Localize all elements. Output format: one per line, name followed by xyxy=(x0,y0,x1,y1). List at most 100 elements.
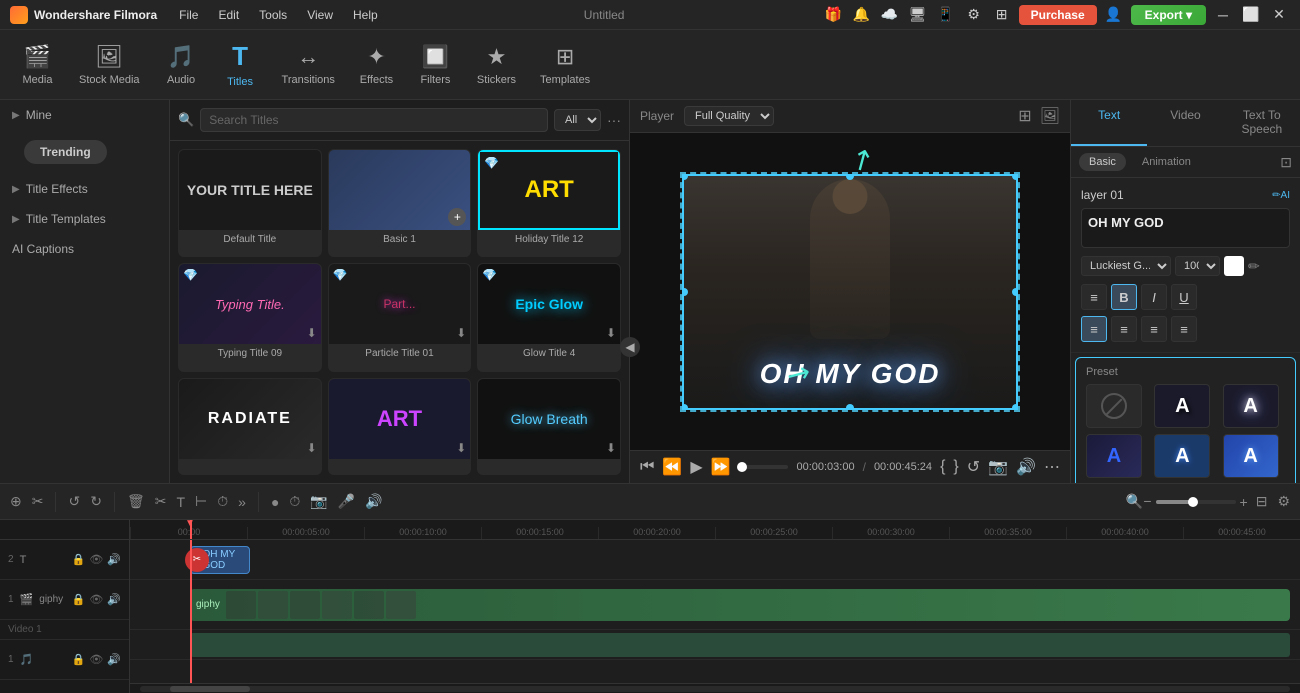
handle-mr[interactable] xyxy=(1012,288,1018,296)
menu-tools[interactable]: Tools xyxy=(251,6,295,24)
preset-item-2[interactable]: A xyxy=(1223,384,1279,428)
voice-icon[interactable]: 🔊 xyxy=(363,491,384,512)
step-back-icon[interactable]: ⏪ xyxy=(662,457,682,477)
mic-icon[interactable]: 🎤 xyxy=(336,491,357,512)
color-picker-icon[interactable]: ✏ xyxy=(1248,258,1260,275)
zoom-out-icon[interactable]: 🔍− xyxy=(1126,493,1152,510)
collapse-button[interactable]: ◀ xyxy=(620,337,640,357)
copy-style-icon[interactable]: ⊡ xyxy=(1280,153,1292,171)
skip-back-icon[interactable]: ⏮ xyxy=(640,458,654,476)
profile-icon[interactable]: 👤 xyxy=(1103,4,1125,26)
tool-audio[interactable]: 🎵 Audio xyxy=(154,38,209,92)
subtab-animation[interactable]: Animation xyxy=(1132,153,1201,171)
search-input[interactable] xyxy=(200,108,548,132)
cloud-icon[interactable]: ☁️ xyxy=(879,4,901,26)
more-ctrl-icon[interactable]: ⋯ xyxy=(1044,457,1060,477)
menu-file[interactable]: File xyxy=(171,6,206,24)
motion-icon[interactable]: ● xyxy=(269,492,281,512)
color-swatch[interactable] xyxy=(1224,256,1244,276)
handle-bl[interactable] xyxy=(682,404,688,410)
preset-item-4[interactable]: A xyxy=(1154,434,1210,478)
scissors-clip[interactable]: ✂ xyxy=(185,548,209,572)
track-eye-icon[interactable]: 👁 xyxy=(89,553,103,566)
tab-video[interactable]: Video xyxy=(1147,100,1223,146)
layout-icon[interactable]: ⊟ xyxy=(1254,491,1270,512)
handle-ml[interactable] xyxy=(682,288,688,296)
filter-select[interactable]: All xyxy=(554,109,601,131)
phone-icon[interactable]: 📱 xyxy=(935,4,957,26)
sidebar-item-mine[interactable]: ▶ Mine xyxy=(0,100,169,130)
step-forward-icon[interactable]: ⏩ xyxy=(711,457,731,477)
track-audio-icon-3[interactable]: 🔊 xyxy=(107,653,121,666)
audio-clip[interactable] xyxy=(190,633,1290,657)
grid-view-icon[interactable]: ⊞ xyxy=(1018,106,1031,126)
ai-edit-icon[interactable]: ✏AI xyxy=(1272,190,1290,201)
undo-icon[interactable]: ↺ xyxy=(66,491,82,512)
scroll-thumb[interactable] xyxy=(170,686,250,692)
track-audio-icon[interactable]: 🔊 xyxy=(107,553,121,566)
snapshot-icon[interactable]: 📷 xyxy=(988,457,1008,477)
menu-view[interactable]: View xyxy=(299,6,341,24)
progress-bar[interactable] xyxy=(739,465,789,469)
title-card-radiate[interactable]: RADIATE ⬇ xyxy=(178,378,322,475)
underline-button[interactable]: U xyxy=(1171,284,1197,310)
play-icon[interactable]: ▶ xyxy=(690,457,702,477)
quality-select[interactable]: Full Quality xyxy=(684,106,774,126)
purchase-button[interactable]: Purchase xyxy=(1019,5,1097,25)
title-card-holiday12[interactable]: 💎 ART Holiday Title 12 xyxy=(477,149,621,257)
gift-icon[interactable]: 🎁 xyxy=(823,4,845,26)
align-left-button[interactable]: ≡ xyxy=(1081,316,1107,342)
more-tools-icon[interactable]: » xyxy=(236,492,248,512)
title-card-typing09[interactable]: 💎 Typing Title. ⬇ Typing Title 09 xyxy=(178,263,322,371)
sidebar-item-title-templates[interactable]: ▶ Title Templates xyxy=(0,204,169,234)
mark-in-icon[interactable]: { xyxy=(940,458,945,476)
title-card-glow4[interactable]: 💎 Epic Glow ⬇ Glow Title 4 xyxy=(477,263,621,371)
progress-knob[interactable] xyxy=(737,462,747,472)
zoom-slider[interactable] xyxy=(1156,500,1236,504)
align-justify-button[interactable]: ≡ xyxy=(1171,316,1197,342)
maximize-icon[interactable]: ⬜ xyxy=(1240,4,1262,26)
playhead[interactable] xyxy=(190,520,192,539)
tab-text-to-speech[interactable]: Text To Speech xyxy=(1224,100,1300,146)
plugin-icon[interactable]: ⚙ xyxy=(963,4,985,26)
select-tool-icon[interactable]: ⊕ xyxy=(8,491,24,512)
tool-templates[interactable]: ⊞ Templates xyxy=(530,38,600,92)
font-size-select[interactable]: 100 xyxy=(1175,256,1220,276)
bell-icon[interactable]: 🔔 xyxy=(851,4,873,26)
title-card-default[interactable]: YOUR TITLE HERE Default Title xyxy=(178,149,322,257)
camera-icon[interactable]: 📷 xyxy=(308,491,329,512)
preset-item-3[interactable]: A xyxy=(1086,434,1142,478)
menu-edit[interactable]: Edit xyxy=(210,6,247,24)
track-eye-icon-3[interactable]: 👁 xyxy=(89,653,103,666)
settings-icon[interactable]: ⚙ xyxy=(1275,491,1292,512)
grid-icon[interactable]: ⊞ xyxy=(991,4,1013,26)
subtab-basic[interactable]: Basic xyxy=(1079,153,1126,171)
align-right-button[interactable]: ≡ xyxy=(1141,316,1167,342)
trending-button[interactable]: Trending xyxy=(24,140,107,164)
align-center-button[interactable]: ≡ xyxy=(1111,316,1137,342)
title-card-glowbreath[interactable]: Glow Breath ⬇ xyxy=(477,378,621,475)
tool-transitions[interactable]: ↔ Transitions xyxy=(272,38,345,92)
handle-tm[interactable] xyxy=(846,174,854,180)
tool-stock-media[interactable]: 🖼 Stock Media xyxy=(69,38,150,92)
text-icon[interactable]: T xyxy=(174,492,187,512)
handle-tl[interactable] xyxy=(682,174,688,180)
tool-media[interactable]: 🎬 Media xyxy=(10,38,65,92)
title-card-art[interactable]: ART ⬇ xyxy=(328,378,472,475)
zoom-in-icon[interactable]: + xyxy=(1240,494,1248,510)
export-button[interactable]: Export ▾ xyxy=(1131,5,1206,25)
speed-icon[interactable]: ⏱ xyxy=(215,491,230,512)
title-card-particle01[interactable]: 💎 Part... ⬇ Particle Title 01 xyxy=(328,263,472,371)
fullscreen-icon[interactable]: 🖼 xyxy=(1040,106,1060,126)
tab-text[interactable]: Text xyxy=(1071,100,1147,146)
preset-item-1[interactable]: A xyxy=(1154,384,1210,428)
preset-item-5[interactable]: A xyxy=(1223,434,1279,478)
mark-out-icon[interactable]: } xyxy=(953,458,958,476)
video-clip[interactable]: giphy xyxy=(190,589,1290,621)
delete-icon[interactable]: 🗑 xyxy=(125,491,147,512)
align-rows-icon[interactable]: ≡ xyxy=(1081,284,1107,310)
sidebar-item-ai-captions[interactable]: AI Captions xyxy=(0,234,169,264)
sidebar-item-title-effects[interactable]: ▶ Title Effects xyxy=(0,174,169,204)
volume-icon[interactable]: 🔊 xyxy=(1016,457,1036,477)
handle-bm[interactable] xyxy=(846,404,854,410)
